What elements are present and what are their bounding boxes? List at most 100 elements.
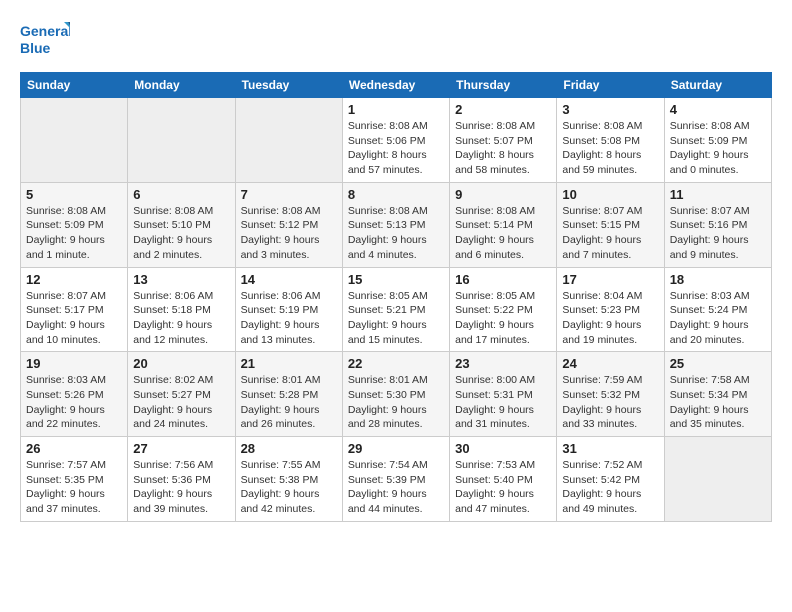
- day-info: Sunrise: 8:03 AM Sunset: 5:24 PM Dayligh…: [670, 289, 766, 348]
- day-info: Sunrise: 8:05 AM Sunset: 5:21 PM Dayligh…: [348, 289, 444, 348]
- day-info: Sunrise: 8:06 AM Sunset: 5:19 PM Dayligh…: [241, 289, 337, 348]
- logo: General Blue: [20, 20, 70, 62]
- day-number: 17: [562, 272, 658, 287]
- day-number: 21: [241, 356, 337, 371]
- calendar-cell: 1 Sunrise: 8:08 AM Sunset: 5:06 PM Daylig…: [342, 98, 449, 183]
- day-number: 15: [348, 272, 444, 287]
- day-number: 29: [348, 441, 444, 456]
- day-number: 30: [455, 441, 551, 456]
- day-info: Sunrise: 8:00 AM Sunset: 5:31 PM Dayligh…: [455, 373, 551, 432]
- day-number: 14: [241, 272, 337, 287]
- logo-svg: General Blue: [20, 20, 70, 62]
- day-info: Sunrise: 8:08 AM Sunset: 5:10 PM Dayligh…: [133, 204, 229, 263]
- day-info: Sunrise: 8:08 AM Sunset: 5:08 PM Dayligh…: [562, 119, 658, 178]
- header-saturday: Saturday: [664, 73, 771, 98]
- calendar-cell: 8 Sunrise: 8:08 AM Sunset: 5:13 PM Daylig…: [342, 182, 449, 267]
- calendar-cell: 24 Sunrise: 7:59 AM Sunset: 5:32 PM Dayli…: [557, 352, 664, 437]
- day-info: Sunrise: 7:52 AM Sunset: 5:42 PM Dayligh…: [562, 458, 658, 517]
- day-info: Sunrise: 7:58 AM Sunset: 5:34 PM Dayligh…: [670, 373, 766, 432]
- day-info: Sunrise: 8:01 AM Sunset: 5:30 PM Dayligh…: [348, 373, 444, 432]
- day-number: 27: [133, 441, 229, 456]
- calendar-cell: 30 Sunrise: 7:53 AM Sunset: 5:40 PM Dayli…: [450, 437, 557, 522]
- day-info: Sunrise: 8:06 AM Sunset: 5:18 PM Dayligh…: [133, 289, 229, 348]
- calendar-cell: 28 Sunrise: 7:55 AM Sunset: 5:38 PM Dayli…: [235, 437, 342, 522]
- header-monday: Monday: [128, 73, 235, 98]
- calendar-table: SundayMondayTuesdayWednesdayThursdayFrid…: [20, 72, 772, 522]
- day-number: 2: [455, 102, 551, 117]
- day-info: Sunrise: 8:08 AM Sunset: 5:06 PM Dayligh…: [348, 119, 444, 178]
- calendar-cell: 15 Sunrise: 8:05 AM Sunset: 5:21 PM Dayli…: [342, 267, 449, 352]
- header-thursday: Thursday: [450, 73, 557, 98]
- calendar-cell: 27 Sunrise: 7:56 AM Sunset: 5:36 PM Dayli…: [128, 437, 235, 522]
- header-wednesday: Wednesday: [342, 73, 449, 98]
- day-info: Sunrise: 7:54 AM Sunset: 5:39 PM Dayligh…: [348, 458, 444, 517]
- calendar-cell: 23Sunrise: 8:00 AM Sunset: 5:31 PM Dayli…: [450, 352, 557, 437]
- day-number: 22: [348, 356, 444, 371]
- calendar-cell: 29 Sunrise: 7:54 AM Sunset: 5:39 PM Dayli…: [342, 437, 449, 522]
- calendar-cell: 3 Sunrise: 8:08 AM Sunset: 5:08 PM Daylig…: [557, 98, 664, 183]
- week-row-2: 5 Sunrise: 8:08 AM Sunset: 5:09 PM Daylig…: [21, 182, 772, 267]
- day-number: 10: [562, 187, 658, 202]
- svg-text:Blue: Blue: [20, 40, 51, 56]
- day-number: 4: [670, 102, 766, 117]
- day-number: 13: [133, 272, 229, 287]
- day-number: 31: [562, 441, 658, 456]
- calendar-cell: 31 Sunrise: 7:52 AM Sunset: 5:42 PM Dayli…: [557, 437, 664, 522]
- day-number: 26: [26, 441, 122, 456]
- header-friday: Friday: [557, 73, 664, 98]
- day-info: Sunrise: 8:05 AM Sunset: 5:22 PM Dayligh…: [455, 289, 551, 348]
- calendar-cell: 18 Sunrise: 8:03 AM Sunset: 5:24 PM Dayli…: [664, 267, 771, 352]
- day-number: 28: [241, 441, 337, 456]
- day-info: Sunrise: 8:08 AM Sunset: 5:13 PM Dayligh…: [348, 204, 444, 263]
- day-info: Sunrise: 7:57 AM Sunset: 5:35 PM Dayligh…: [26, 458, 122, 517]
- day-number: 19: [26, 356, 122, 371]
- calendar-cell: 26 Sunrise: 7:57 AM Sunset: 5:35 PM Dayli…: [21, 437, 128, 522]
- calendar-cell: 10 Sunrise: 8:07 AM Sunset: 5:15 PM Dayli…: [557, 182, 664, 267]
- day-info: Sunrise: 8:03 AM Sunset: 5:26 PM Dayligh…: [26, 373, 122, 432]
- day-number: 18: [670, 272, 766, 287]
- calendar-header-row: SundayMondayTuesdayWednesdayThursdayFrid…: [21, 73, 772, 98]
- calendar-cell: 9 Sunrise: 8:08 AM Sunset: 5:14 PM Daylig…: [450, 182, 557, 267]
- week-row-4: 19 Sunrise: 8:03 AM Sunset: 5:26 PM Dayli…: [21, 352, 772, 437]
- day-number: 12: [26, 272, 122, 287]
- day-info: Sunrise: 8:02 AM Sunset: 5:27 PM Dayligh…: [133, 373, 229, 432]
- calendar-cell: 4Sunrise: 8:08 AM Sunset: 5:09 PM Daylig…: [664, 98, 771, 183]
- svg-text:General: General: [20, 23, 70, 39]
- day-info: Sunrise: 7:55 AM Sunset: 5:38 PM Dayligh…: [241, 458, 337, 517]
- calendar-cell: 16Sunrise: 8:05 AM Sunset: 5:22 PM Dayli…: [450, 267, 557, 352]
- day-number: 7: [241, 187, 337, 202]
- day-number: 3: [562, 102, 658, 117]
- calendar-cell: 21Sunrise: 8:01 AM Sunset: 5:28 PM Dayli…: [235, 352, 342, 437]
- header-tuesday: Tuesday: [235, 73, 342, 98]
- day-info: Sunrise: 7:53 AM Sunset: 5:40 PM Dayligh…: [455, 458, 551, 517]
- calendar-cell: 7Sunrise: 8:08 AM Sunset: 5:12 PM Daylig…: [235, 182, 342, 267]
- day-number: 8: [348, 187, 444, 202]
- calendar-cell: 13 Sunrise: 8:06 AM Sunset: 5:18 PM Dayli…: [128, 267, 235, 352]
- day-number: 5: [26, 187, 122, 202]
- calendar-cell: 12 Sunrise: 8:07 AM Sunset: 5:17 PM Dayli…: [21, 267, 128, 352]
- calendar-cell: 22 Sunrise: 8:01 AM Sunset: 5:30 PM Dayli…: [342, 352, 449, 437]
- day-number: 1: [348, 102, 444, 117]
- day-info: Sunrise: 8:07 AM Sunset: 5:15 PM Dayligh…: [562, 204, 658, 263]
- day-info: Sunrise: 7:59 AM Sunset: 5:32 PM Dayligh…: [562, 373, 658, 432]
- day-info: Sunrise: 8:04 AM Sunset: 5:23 PM Dayligh…: [562, 289, 658, 348]
- day-info: Sunrise: 7:56 AM Sunset: 5:36 PM Dayligh…: [133, 458, 229, 517]
- calendar-cell: [664, 437, 771, 522]
- day-info: Sunrise: 8:08 AM Sunset: 5:14 PM Dayligh…: [455, 204, 551, 263]
- day-number: 9: [455, 187, 551, 202]
- day-number: 6: [133, 187, 229, 202]
- week-row-5: 26 Sunrise: 7:57 AM Sunset: 5:35 PM Dayli…: [21, 437, 772, 522]
- day-info: Sunrise: 8:07 AM Sunset: 5:17 PM Dayligh…: [26, 289, 122, 348]
- calendar-cell: 5 Sunrise: 8:08 AM Sunset: 5:09 PM Daylig…: [21, 182, 128, 267]
- calendar-cell: 14 Sunrise: 8:06 AM Sunset: 5:19 PM Dayli…: [235, 267, 342, 352]
- day-number: 24: [562, 356, 658, 371]
- day-number: 20: [133, 356, 229, 371]
- day-info: Sunrise: 8:08 AM Sunset: 5:09 PM Dayligh…: [26, 204, 122, 263]
- day-number: 25: [670, 356, 766, 371]
- calendar-cell: [235, 98, 342, 183]
- calendar-cell: 2Sunrise: 8:08 AM Sunset: 5:07 PM Daylig…: [450, 98, 557, 183]
- day-number: 11: [670, 187, 766, 202]
- calendar-cell: 17 Sunrise: 8:04 AM Sunset: 5:23 PM Dayli…: [557, 267, 664, 352]
- calendar-cell: 19 Sunrise: 8:03 AM Sunset: 5:26 PM Dayli…: [21, 352, 128, 437]
- day-info: Sunrise: 8:07 AM Sunset: 5:16 PM Dayligh…: [670, 204, 766, 263]
